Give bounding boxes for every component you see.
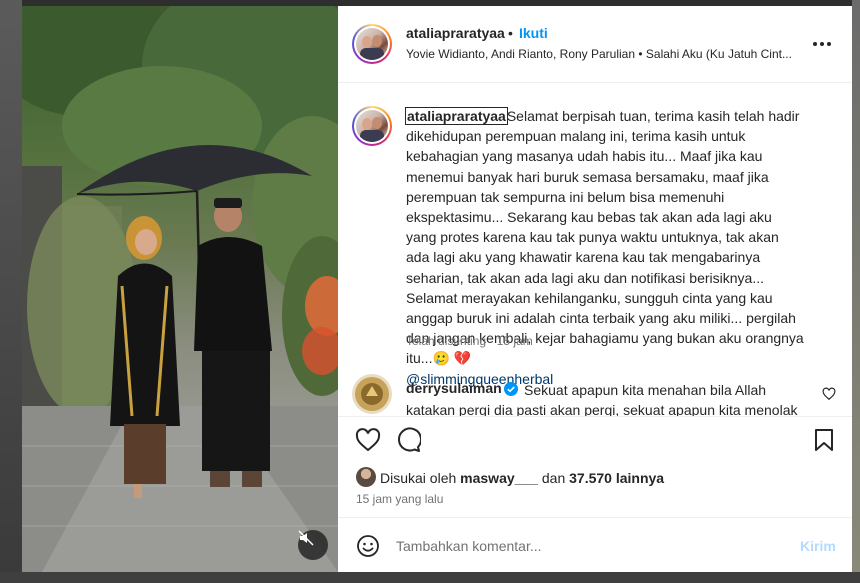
comment-icon (397, 427, 421, 452)
comments-list[interactable]: ataliapraratyaaSelamat berpisah tuan, te… (338, 84, 852, 416)
comment-button[interactable] (394, 426, 422, 454)
bookmark-icon (815, 429, 833, 451)
more-icon (813, 42, 831, 46)
heart-icon (355, 428, 381, 452)
post-comment-button[interactable]: Kirim (800, 538, 836, 554)
caption-meta: Telah disunting · 15 jam (406, 334, 533, 348)
save-button[interactable] (810, 426, 838, 454)
comment-like-icon[interactable] (822, 387, 836, 401)
likes-summary[interactable]: Disukai oleh masway___ dan 37.570 lainny… (380, 470, 664, 486)
mute-icon (298, 530, 314, 546)
like-button[interactable] (354, 426, 382, 454)
header-dot: • (508, 25, 513, 41)
caption-username[interactable]: ataliapraratyaa (405, 107, 508, 125)
backdrop-right (852, 0, 860, 583)
post-time[interactable]: 15 jam yang lalu (356, 492, 443, 506)
post-media[interactable] (22, 6, 338, 572)
post-photo (22, 6, 338, 572)
backdrop-bottom (0, 572, 860, 583)
backdrop-left (0, 0, 22, 583)
audio-link[interactable]: Yovie Widianto, Andi Rianto, Rony Paruli… (406, 47, 806, 61)
likes-prefix: Disukai oleh (380, 470, 457, 486)
mute-button[interactable] (298, 530, 328, 560)
caption-text: Selamat berpisah tuan, terima kasih tela… (406, 108, 804, 367)
avatar[interactable] (352, 24, 392, 64)
post-header: ataliapraratyaa • Ikuti Yovie Widianto, … (338, 6, 852, 83)
post-actions: Disukai oleh masway___ dan 37.570 lainny… (338, 416, 852, 517)
emoji-icon[interactable] (356, 534, 380, 558)
add-comment-bar: Kirim (338, 517, 852, 572)
likes-count[interactable]: 37.570 lainnya (569, 470, 664, 486)
likes-joiner: dan (541, 470, 566, 486)
header-username[interactable]: ataliapraratyaa (406, 25, 505, 41)
verified-icon (504, 382, 518, 396)
liker-avatar[interactable] (356, 467, 376, 487)
more-options-button[interactable] (810, 32, 834, 56)
post-detail-panel: ataliapraratyaa • Ikuti Yovie Widianto, … (338, 6, 852, 572)
comment-avatar[interactable] (352, 374, 392, 414)
caption-avatar[interactable] (352, 106, 392, 146)
comment-username[interactable]: derrysulaiman (406, 380, 502, 396)
comment-input[interactable] (396, 532, 776, 560)
likes-user[interactable]: masway___ (460, 470, 538, 486)
follow-button[interactable]: Ikuti (519, 25, 548, 41)
